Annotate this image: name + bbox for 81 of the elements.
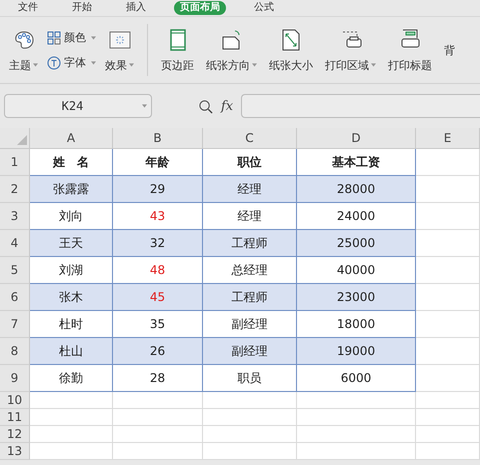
menu-tab[interactable]: 页面布局	[174, 1, 226, 15]
table-cell: 6000	[297, 365, 416, 392]
button-label: 打印标题	[388, 58, 432, 72]
caret-icon	[371, 63, 376, 67]
column-header[interactable]: A	[30, 128, 113, 148]
empty-cell	[416, 203, 480, 230]
empty-cell	[416, 365, 480, 392]
button-label: 主题	[9, 58, 31, 72]
table-cell: 26	[113, 338, 203, 365]
colors-button[interactable]: 颜色	[47, 30, 96, 45]
table-cell: 工程师	[203, 230, 297, 257]
table-cell: 王天	[30, 230, 113, 257]
menu-tab[interactable]: 文件	[12, 1, 44, 15]
menu-tab[interactable]: 开始	[66, 1, 98, 15]
column-header[interactable]: C	[203, 128, 297, 148]
table-cell: 28	[113, 365, 203, 392]
row-header[interactable]: 4	[0, 230, 30, 257]
menu-tab[interactable]: 插入	[120, 1, 152, 15]
column-header[interactable]: E	[416, 128, 480, 148]
table-cell: 经理	[203, 176, 297, 203]
fonts-button[interactable]: 字体	[47, 55, 96, 70]
empty-cell	[416, 409, 480, 426]
caret-icon	[129, 63, 134, 67]
row-header[interactable]: 12	[0, 426, 30, 443]
row-header[interactable]: 7	[0, 311, 30, 338]
orientation-button[interactable]: 纸张方向	[203, 28, 260, 72]
row-header[interactable]: 9	[0, 365, 30, 392]
button-label: 效果	[105, 58, 127, 72]
search-icon[interactable]	[198, 98, 213, 114]
row-header[interactable]: 5	[0, 257, 30, 284]
menu-tab[interactable]: 公式	[248, 1, 280, 15]
row-header[interactable]: 8	[0, 338, 30, 365]
caret-icon	[91, 60, 96, 64]
background-button[interactable]: 背	[441, 42, 458, 58]
table-cell: 工程师	[203, 284, 297, 311]
table-cell: 23000	[297, 284, 416, 311]
effects-button[interactable]: 效果	[102, 28, 137, 72]
table-cell: 19000	[297, 338, 416, 365]
table-cell: 29	[113, 176, 203, 203]
column-header[interactable]: B	[113, 128, 203, 148]
grid-icon	[47, 30, 61, 44]
table-cell: 张露露	[30, 176, 113, 203]
table-cell: 杜山	[30, 338, 113, 365]
caret-icon	[142, 104, 147, 108]
row-header[interactable]: 13	[0, 443, 30, 460]
font-icon	[47, 56, 61, 70]
caret-icon	[91, 36, 96, 40]
caret-icon	[33, 63, 38, 67]
theme-button[interactable]: 主题	[6, 28, 41, 72]
row-header[interactable]: 10	[0, 392, 30, 409]
row-header[interactable]: 1	[0, 149, 30, 176]
table-cell: 28000	[297, 176, 416, 203]
button-label: 背	[444, 42, 455, 58]
table-cell: 副经理	[203, 338, 297, 365]
triangle-icon	[17, 135, 27, 145]
table-cell: 张木	[30, 284, 113, 311]
row-header[interactable]: 11	[0, 409, 30, 426]
table-cell: 职员	[203, 365, 297, 392]
empty-cell	[416, 426, 480, 443]
table-cell: 徐勤	[30, 365, 113, 392]
button-label: 纸张方向	[206, 58, 250, 72]
margins-button[interactable]: 页边距	[158, 28, 197, 72]
caret-icon	[252, 63, 257, 67]
empty-cell	[416, 311, 480, 338]
empty-cell	[416, 443, 480, 460]
button-label: 纸张大小	[269, 58, 313, 72]
column-header[interactable]: D	[297, 128, 416, 148]
size-button[interactable]: 纸张大小	[266, 28, 316, 72]
button-label: 打印区域	[325, 58, 369, 72]
formula-input[interactable]	[241, 94, 480, 118]
table-cell: 32	[113, 230, 203, 257]
row-header[interactable]: 3	[0, 203, 30, 230]
row-header[interactable]: 6	[0, 284, 30, 311]
table-cell: 45	[113, 284, 203, 311]
empty-cell	[416, 392, 480, 409]
empty-cell	[416, 257, 480, 284]
function-label[interactable]: fx	[221, 98, 234, 114]
row-header[interactable]: 2	[0, 176, 30, 203]
table-cell: 25000	[297, 230, 416, 257]
button-label: 页边距	[161, 58, 194, 72]
name-box[interactable]: K24	[4, 94, 152, 118]
